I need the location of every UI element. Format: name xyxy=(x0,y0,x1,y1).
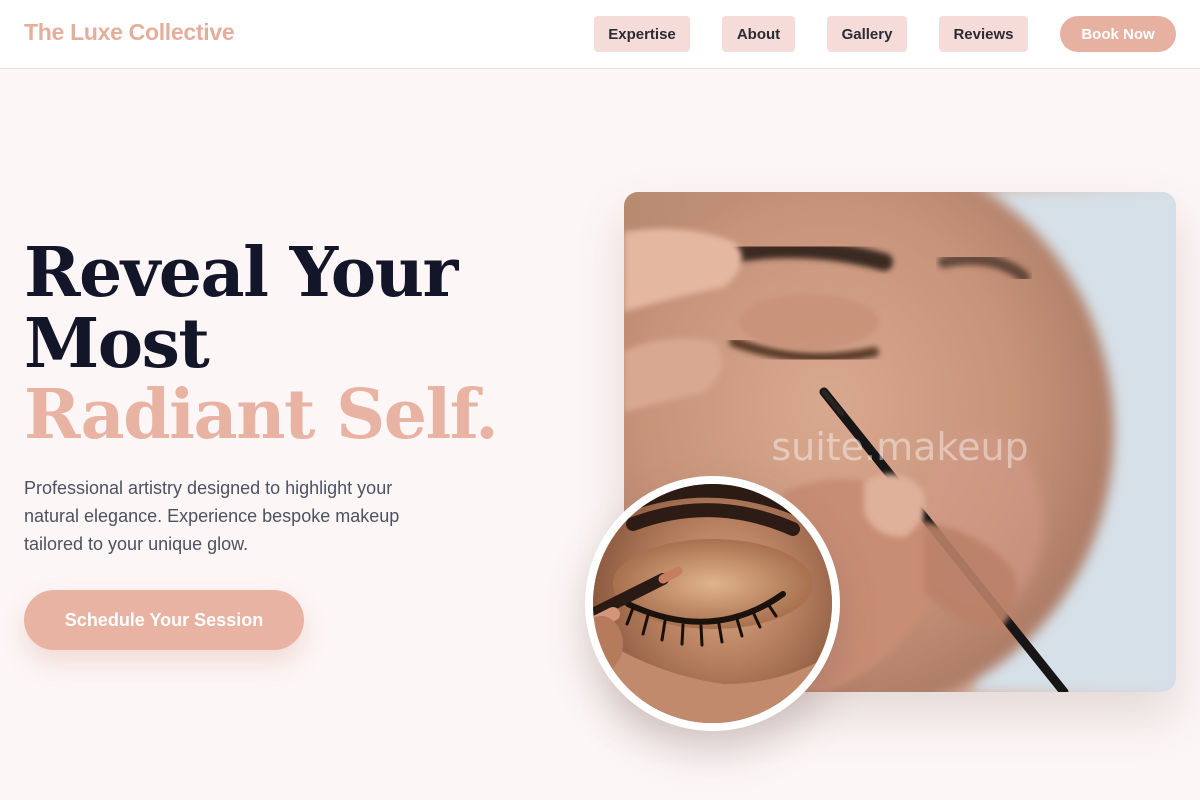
headline-line-1: Reveal Your xyxy=(24,233,458,313)
hero-description: Professional artistry designed to highli… xyxy=(24,478,400,554)
brand-logo[interactable]: The Luxe Collective xyxy=(24,19,235,46)
eye-closeup-photo xyxy=(585,476,840,731)
nav-expertise[interactable]: Expertise xyxy=(594,16,690,52)
headline-highlight: Radiant Self. xyxy=(24,375,499,455)
nav-reviews[interactable]: Reviews xyxy=(939,16,1028,52)
watermark-text: suite.makeup xyxy=(771,425,1028,469)
top-navigation-bar: The Luxe Collective Expertise About Gall… xyxy=(0,0,1200,69)
headline-line-2: Most xyxy=(24,304,210,384)
hero-headline: Reveal Your Most Radiant Self. xyxy=(24,233,499,455)
nav-gallery[interactable]: Gallery xyxy=(827,16,907,52)
schedule-session-button[interactable]: Schedule Your Session xyxy=(24,590,304,650)
eyeliner-closeup-illustration xyxy=(593,484,832,723)
nav-about[interactable]: About xyxy=(722,16,795,52)
book-now-button[interactable]: Book Now xyxy=(1060,16,1176,52)
